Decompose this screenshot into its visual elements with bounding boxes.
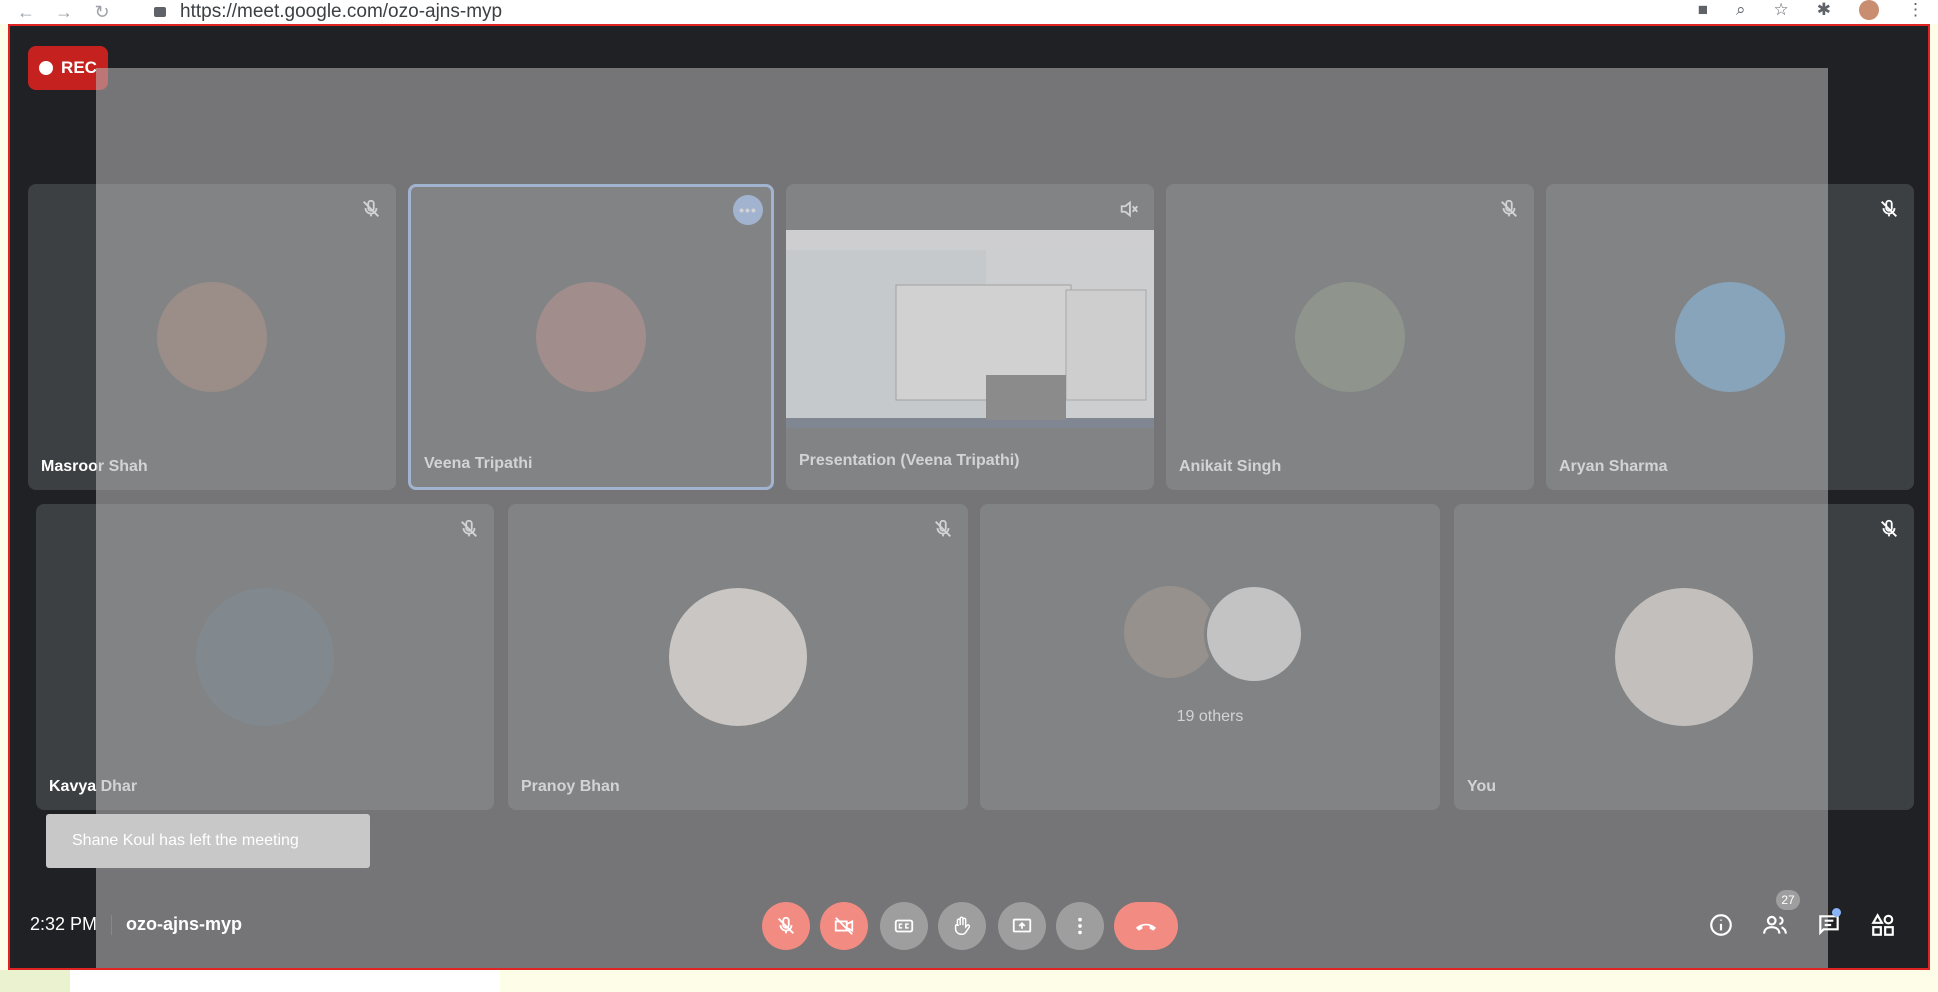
meet-window: REC Masroor Shah ••• Veena Tripathi Pres…	[8, 24, 1930, 970]
profile-avatar[interactable]	[1859, 0, 1879, 20]
more-options-icon	[1078, 917, 1082, 935]
strip-segment	[70, 970, 500, 992]
present-screen-button[interactable]	[998, 902, 1046, 950]
mic-off-icon	[935, 519, 951, 537]
meeting-code: ozo-ajns-myp	[126, 914, 243, 934]
participant-name: Aryan Sharma	[1559, 458, 1668, 475]
record-dot-icon	[39, 61, 54, 75]
avatar	[1675, 282, 1785, 392]
lock-icon	[154, 7, 166, 17]
mic-off-icon	[1881, 199, 1897, 217]
end-call-button[interactable]	[1114, 902, 1178, 950]
mic-off-icon	[363, 199, 379, 217]
shared-screen-thumbnail	[786, 230, 1154, 428]
others-count: 19 others	[1176, 708, 1244, 725]
divider	[111, 914, 113, 935]
browser-toolbar: ← → ↻ https://meet.google.com/ozo-ajns-m…	[0, 0, 1938, 24]
recording-label: REC	[61, 58, 97, 77]
new-message-dot	[1832, 908, 1841, 917]
mic-toggle-button[interactable]	[762, 902, 810, 950]
camera-indicator-icon[interactable]: ■	[1698, 0, 1708, 20]
present-screen-icon	[1012, 918, 1032, 933]
avatar	[1124, 586, 1216, 678]
meeting-details-button[interactable]	[1704, 908, 1738, 942]
camera-toggle-button[interactable]	[820, 902, 868, 950]
address-bar[interactable]: https://meet.google.com/ozo-ajns-myp	[154, 1, 502, 23]
meeting-info: 2:32 PM ozo-ajns-myp	[30, 914, 242, 935]
more-options-button[interactable]	[1056, 902, 1104, 950]
browser-actions: ■ ⌕ ☆ ✱ ⋮	[1698, 0, 1924, 20]
participant-name: Masroor Shah	[41, 458, 148, 475]
participant-name: Kavya Dhar	[49, 778, 138, 795]
avatar	[1615, 588, 1753, 726]
extensions-icon[interactable]: ✱	[1817, 0, 1831, 20]
participant-tile-active[interactable]: ••• Veena Tripathi	[408, 184, 774, 490]
participant-name: Anikait Singh	[1179, 458, 1282, 475]
others-tile[interactable]: 19 others	[980, 504, 1440, 810]
end-call-icon	[1135, 923, 1157, 931]
presentation-name: Presentation (Veena Tripathi)	[799, 452, 1020, 469]
mic-off-icon	[778, 916, 794, 934]
avatar	[157, 282, 267, 392]
recording-badge: REC	[28, 46, 108, 90]
participant-tile[interactable]: Kavya Dhar	[36, 504, 494, 810]
notification-toast: Shane Koul has left the meeting	[46, 814, 370, 868]
mic-off-icon	[1881, 519, 1897, 537]
url-text: https://meet.google.com/ozo-ajns-myp	[180, 1, 503, 22]
bookmark-star-icon[interactable]: ☆	[1774, 0, 1789, 20]
participants-button[interactable]	[1758, 908, 1792, 942]
raise-hand-button[interactable]	[938, 902, 986, 950]
people-icon	[1763, 915, 1787, 934]
self-tile[interactable]: You	[1454, 504, 1914, 810]
participant-tile[interactable]: Anikait Singh	[1166, 184, 1534, 490]
speaker-off-icon	[1120, 200, 1138, 218]
camera-off-icon	[834, 917, 854, 935]
zoom-icon[interactable]: ⌕	[1736, 0, 1746, 20]
more-options-icon[interactable]: •••	[733, 195, 763, 225]
participant-tile[interactable]: Aryan Sharma	[1546, 184, 1914, 490]
reload-icon[interactable]: ↻	[90, 2, 114, 23]
participant-name: Pranoy Bhan	[521, 778, 620, 795]
participant-name: Veena Tripathi	[424, 455, 533, 472]
participant-tile[interactable]: Masroor Shah	[28, 184, 396, 490]
strip-segment	[0, 970, 70, 992]
activities-icon	[1871, 913, 1894, 936]
avatar	[669, 588, 807, 726]
browser-menu-icon[interactable]: ⋮	[1907, 0, 1924, 20]
participant-count-badge: 27	[1776, 890, 1800, 910]
shared-screen	[786, 230, 1154, 428]
taskbar-strip	[0, 970, 1938, 992]
back-icon[interactable]: ←	[14, 2, 38, 23]
activities-button[interactable]	[1866, 908, 1900, 942]
avatar	[196, 588, 334, 726]
captions-button[interactable]	[880, 902, 928, 950]
avatar	[1204, 584, 1304, 684]
avatar	[536, 282, 646, 392]
mic-off-icon	[461, 519, 477, 537]
participant-name: You	[1467, 778, 1497, 795]
mic-off-icon	[1501, 199, 1517, 217]
toast-text: Shane Koul has left the meeting	[72, 832, 299, 849]
forward-icon[interactable]: →	[52, 2, 76, 23]
avatar	[1295, 282, 1405, 392]
participant-tile[interactable]: Pranoy Bhan	[508, 504, 968, 810]
presentation-tile[interactable]: Presentation (Veena Tripathi)	[786, 184, 1154, 490]
raise-hand-icon	[954, 916, 971, 935]
info-icon	[1710, 914, 1732, 936]
captions-icon	[894, 919, 914, 933]
meeting-time: 2:32 PM	[30, 914, 98, 934]
